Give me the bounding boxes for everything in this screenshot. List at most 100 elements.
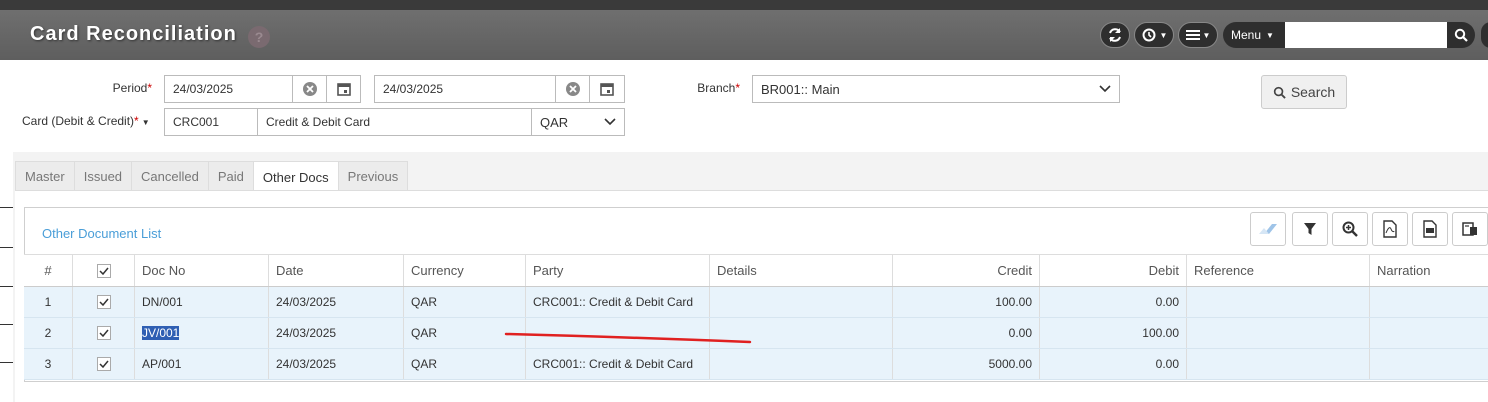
branch-value: BR001:: Main: [761, 81, 840, 97]
export-pdf-button[interactable]: [1372, 212, 1408, 246]
row-narration: [1370, 287, 1488, 317]
clear-filter-button[interactable]: [1250, 212, 1286, 246]
row-checkbox[interactable]: [96, 295, 111, 309]
global-search-button[interactable]: [1447, 22, 1475, 48]
table-header-row: # Doc No Date Currency Party Details Cre…: [24, 254, 1488, 287]
top-strip: [0, 0, 1488, 10]
branch-select[interactable]: BR001:: Main: [752, 75, 1120, 103]
selected-doc-text: JV/001: [142, 326, 180, 340]
global-search-input[interactable]: [1285, 22, 1447, 48]
tab-master[interactable]: Master: [15, 161, 75, 191]
checkmark-icon: [98, 360, 109, 368]
chevron-down-icon: [604, 118, 616, 126]
period-label: Period*: [112, 81, 152, 95]
row-credit: 100.00: [893, 287, 1040, 317]
row-credit: 5000.00: [893, 349, 1040, 379]
search-icon: [1454, 28, 1468, 42]
zoom-in-icon: [1342, 221, 1358, 237]
checkmark-icon: [98, 298, 109, 306]
refresh-button[interactable]: [1100, 22, 1130, 48]
row-reference: [1187, 349, 1370, 379]
row-party: CRC001:: Credit & Debit Card: [526, 287, 710, 317]
row-narration: [1370, 349, 1488, 379]
header-currency[interactable]: Currency: [404, 255, 526, 286]
help-icon[interactable]: ?: [248, 26, 270, 48]
row-num: 1: [24, 287, 73, 317]
chevron-down-icon: ▼: [1202, 30, 1211, 40]
row-date: 24/03/2025: [269, 287, 404, 317]
calendar-icon: [336, 83, 351, 96]
column-chooser-button[interactable]: [1452, 212, 1488, 246]
header-narration[interactable]: Narration: [1370, 255, 1488, 286]
header-date[interactable]: Date: [269, 255, 404, 286]
table-row[interactable]: 3 AP/001 24/03/2025 QAR CRC001:: Credit …: [24, 349, 1488, 380]
row-debit: 0.00: [1040, 349, 1187, 379]
list-menu-button[interactable]: ▼: [1178, 22, 1218, 48]
calendar-from-button[interactable]: [326, 75, 361, 103]
row-checkbox[interactable]: [96, 357, 111, 371]
header-credit[interactable]: Credit: [893, 255, 1040, 286]
search-button-label: Search: [1290, 84, 1336, 100]
header-doc-no[interactable]: Doc No: [135, 255, 269, 286]
branch-label: Branch*: [697, 81, 740, 95]
row-party: CRC001:: Credit & Debit Card: [526, 349, 710, 379]
table-row[interactable]: 2 JV/001 24/03/2025 QAR 0.00 100.00: [24, 318, 1488, 349]
list-icon: [1185, 30, 1200, 40]
row-reference: [1187, 318, 1370, 348]
checkmark-icon: [98, 329, 109, 337]
currency-select[interactable]: QAR: [531, 108, 625, 136]
header-select-all[interactable]: [73, 255, 135, 286]
card-code-input[interactable]: CRC001: [164, 108, 258, 136]
select-all-checkbox[interactable]: [96, 263, 111, 278]
row-credit: 0.00: [893, 318, 1040, 348]
left-gutter: [0, 60, 13, 402]
tab-issued[interactable]: Issued: [73, 161, 133, 191]
tab-previous[interactable]: Previous: [337, 161, 409, 191]
row-checkbox[interactable]: [96, 326, 111, 340]
card-label: Card (Debit & Credit)* ▼: [22, 114, 150, 128]
export-excel-button[interactable]: [1412, 212, 1448, 246]
filter-button[interactable]: [1292, 212, 1328, 246]
row-debit: 100.00: [1040, 318, 1187, 348]
zoom-button[interactable]: [1332, 212, 1368, 246]
tab-other-docs[interactable]: Other Docs: [252, 161, 339, 192]
header-reference[interactable]: Reference: [1187, 255, 1370, 286]
tab-paid[interactable]: Paid: [207, 161, 254, 191]
header-num: #: [24, 255, 73, 286]
calendar-to-button[interactable]: [589, 75, 625, 103]
annotation-underline: [504, 332, 752, 344]
row-doc-no: JV/001: [135, 318, 269, 348]
tab-cancelled[interactable]: Cancelled: [131, 161, 209, 191]
row-select[interactable]: [73, 349, 135, 379]
history-icon: [1142, 28, 1156, 42]
column-chooser-icon: [1462, 222, 1477, 236]
chevron-down-icon: [1099, 85, 1111, 93]
period-to-input[interactable]: 24/03/2025: [374, 75, 556, 103]
clear-icon: [565, 82, 580, 96]
row-select[interactable]: [73, 287, 135, 317]
clear-from-button[interactable]: [292, 75, 327, 103]
header-details[interactable]: Details: [710, 255, 893, 286]
header-party[interactable]: Party: [526, 255, 710, 286]
row-narration: [1370, 318, 1488, 348]
row-doc-no: DN/001: [135, 287, 269, 317]
clear-to-button[interactable]: [555, 75, 590, 103]
history-button[interactable]: ▼: [1134, 22, 1174, 48]
row-num: 3: [24, 349, 73, 379]
row-details: [710, 287, 893, 317]
period-from-input[interactable]: 24/03/2025: [164, 75, 293, 103]
panel-title: Other Document List: [42, 226, 162, 241]
header-debit[interactable]: Debit: [1040, 255, 1187, 286]
search-button[interactable]: Search: [1261, 75, 1347, 109]
filter-icon: [1304, 223, 1316, 235]
menu-button[interactable]: Menu ▼: [1223, 22, 1285, 48]
menu-label: Menu: [1231, 28, 1262, 42]
row-currency: QAR: [404, 349, 526, 379]
pdf-icon: [1383, 220, 1397, 238]
row-select[interactable]: [73, 318, 135, 348]
calendar-icon: [600, 83, 614, 96]
card-name-input[interactable]: Credit & Debit Card: [257, 108, 532, 136]
table-row[interactable]: 1 DN/001 24/03/2025 QAR CRC001:: Credit …: [24, 287, 1488, 318]
row-date: 24/03/2025: [269, 349, 404, 379]
refresh-icon: [1109, 28, 1121, 42]
